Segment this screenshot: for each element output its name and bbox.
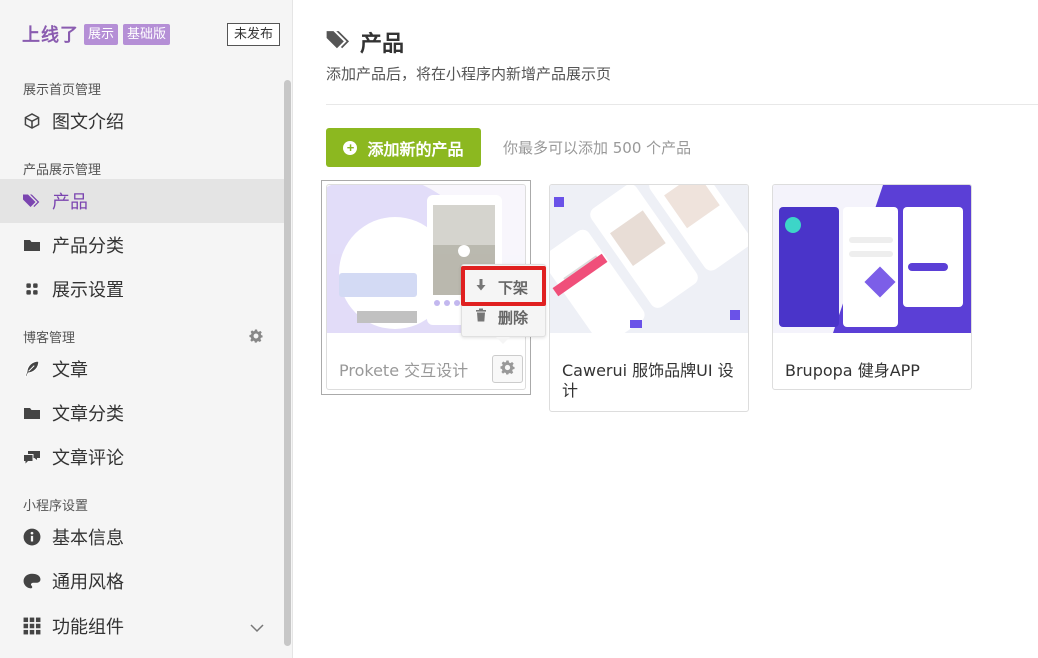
group-title-home: 展示首页管理 bbox=[23, 83, 102, 98]
plus-circle-icon: + bbox=[343, 140, 358, 155]
sidebar-scrollbar[interactable] bbox=[284, 80, 291, 646]
sidebar-item-products[interactable]: 产品 bbox=[0, 179, 284, 223]
product-thumbnail[interactable] bbox=[773, 185, 971, 333]
grid-icon bbox=[23, 280, 41, 298]
brand: 上线了 展示 基础版 bbox=[22, 23, 171, 46]
page-subtitle: 添加产品后，将在小程序内新增产品展示页 bbox=[326, 65, 612, 83]
publish-status-button[interactable]: 未发布 bbox=[227, 23, 280, 46]
app-root: 上线了 展示 基础版 未发布 展示首页管理 图文介绍 产品展示管理 产品 产品分… bbox=[0, 0, 1038, 658]
sidebar-item-label: 产品 bbox=[52, 192, 88, 213]
blog-settings-gear-icon[interactable] bbox=[249, 328, 263, 343]
sidebar-item-label: 图文介绍 bbox=[52, 112, 124, 133]
folder-icon bbox=[23, 404, 41, 422]
product-name: Cawerui 服饰品牌UI 设计 bbox=[562, 361, 734, 400]
product-thumbnail[interactable] bbox=[550, 185, 748, 333]
sidebar-item-label: 文章评论 bbox=[52, 448, 124, 469]
sidebar-item-label: 文章分类 bbox=[52, 404, 124, 425]
sidebar-item-label: 基本信息 bbox=[52, 528, 124, 549]
sidebar-item-general-style[interactable]: 通用风格 bbox=[0, 559, 284, 603]
product-limit-hint: 你最多可以添加 500 个产品 bbox=[503, 139, 692, 157]
feather-icon bbox=[23, 360, 41, 378]
group-title-products: 产品展示管理 bbox=[23, 163, 102, 178]
sidebar-item-article-categories[interactable]: 文章分类 bbox=[0, 391, 284, 435]
product-name: Brupopa 健身APP bbox=[785, 361, 920, 380]
tags-icon bbox=[23, 192, 41, 210]
sidebar-item-label: 展示设置 bbox=[52, 280, 124, 301]
add-product-button[interactable]: + 添加新的产品 bbox=[326, 128, 481, 167]
sidebar-item-article-comments[interactable]: 文章评论 bbox=[0, 435, 284, 479]
brand-tag-display: 展示 bbox=[84, 23, 119, 45]
folder-icon bbox=[23, 236, 41, 254]
chevron-down-icon[interactable] bbox=[248, 619, 266, 637]
group-title-miniprogram: 小程序设置 bbox=[23, 499, 89, 514]
menu-item-delete[interactable]: 删除 bbox=[474, 307, 528, 327]
sidebar-item-display-settings[interactable]: 展示设置 bbox=[0, 267, 284, 311]
palette-icon bbox=[23, 572, 41, 590]
product-card[interactable]: Cawerui 服饰品牌UI 设计 bbox=[549, 184, 749, 412]
sidebar-item-label: 功能组件 bbox=[52, 617, 124, 638]
menu-pointer bbox=[496, 337, 510, 344]
info-icon bbox=[23, 528, 41, 546]
sidebar-item-components[interactable]: 功能组件 bbox=[0, 604, 284, 648]
sidebar-item-label: 通用风格 bbox=[52, 572, 124, 593]
product-name: Prokete 交互设计 bbox=[339, 361, 469, 380]
page-title: 产品 bbox=[360, 32, 405, 57]
menu-item-label: 删除 bbox=[498, 308, 529, 327]
comments-icon bbox=[23, 448, 41, 466]
add-product-label: 添加新的产品 bbox=[367, 141, 464, 159]
sidebar-item-product-categories[interactable]: 产品分类 bbox=[0, 223, 284, 267]
apps-icon bbox=[23, 617, 41, 635]
header-divider bbox=[326, 104, 1038, 105]
group-title-blog: 博客管理 bbox=[23, 331, 76, 346]
sidebar-item-articles[interactable]: 文章 bbox=[0, 347, 284, 391]
sidebar-item-label: 文章 bbox=[52, 360, 88, 381]
sidebar-item-intro[interactable]: 图文介绍 bbox=[0, 99, 284, 143]
sidebar-item-basic-info[interactable]: 基本信息 bbox=[0, 515, 284, 559]
sidebar-item-label: 产品分类 bbox=[52, 236, 124, 257]
brand-tag-edition: 基础版 bbox=[123, 23, 171, 45]
brand-name: 上线了 bbox=[22, 25, 79, 46]
sidebar: 上线了 展示 基础版 未发布 展示首页管理 图文介绍 产品展示管理 产品 产品分… bbox=[0, 0, 293, 658]
product-card[interactable]: Brupopa 健身APP bbox=[772, 184, 972, 390]
cube-icon bbox=[23, 112, 41, 130]
product-settings-button[interactable] bbox=[492, 355, 523, 383]
trash-icon bbox=[474, 308, 498, 326]
tags-icon bbox=[326, 29, 360, 55]
page-header: 产品 bbox=[326, 26, 404, 58]
gear-icon bbox=[500, 359, 515, 379]
highlight-annotation bbox=[461, 266, 546, 306]
